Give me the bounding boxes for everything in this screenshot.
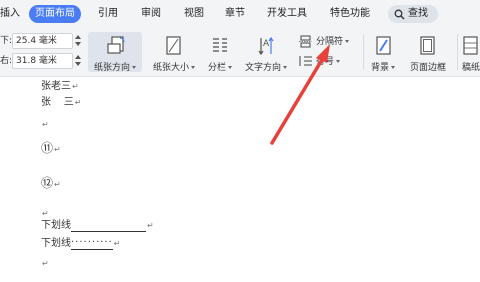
line-numbers-icon <box>299 56 312 66</box>
paragraph-mark-icon: ↵ <box>72 82 79 91</box>
doc-line: ↵ <box>41 208 49 220</box>
search-label: 查找 <box>408 8 428 19</box>
margin-bottom-input[interactable]: 25.4 毫米 <box>12 33 73 49</box>
orientation-button[interactable]: 纸张方向 <box>88 32 142 73</box>
paper-size-button[interactable]: 纸张大小 <box>146 32 202 73</box>
paragraph-mark-icon: ↵ <box>42 259 49 268</box>
line-numbers-button[interactable]: 行号 <box>299 54 359 70</box>
tab-page-layout[interactable]: 页面布局 <box>29 5 81 23</box>
page-border-label: 页面边框 <box>409 63 446 73</box>
paper-size-icon <box>166 36 181 55</box>
chevron-down-icon <box>345 40 350 43</box>
columns-icon <box>213 38 227 52</box>
margin-bottom-label: 下: <box>0 36 13 46</box>
margin-right-spinner[interactable] <box>74 53 82 69</box>
draft-paper-icon <box>463 36 478 55</box>
breaks-label: 分隔符 <box>316 37 344 47</box>
doc-line: 下划线··········↵ <box>41 237 121 250</box>
line-numbers-label: 行号 <box>316 57 335 67</box>
draft-paper-label: 稿纸 <box>462 63 480 72</box>
tab-features[interactable]: 特色功能 <box>330 7 370 21</box>
columns-button[interactable]: 分栏 <box>203 32 237 73</box>
text-direction-icon: A <box>258 36 274 56</box>
margin-right-label: 右: <box>0 56 13 66</box>
page-border-button[interactable]: 页面边框 <box>403 32 453 73</box>
ribbon-toolbar: 下: 25.4 毫米 右: 31.8 毫米 纸张方向 纸张大小 分栏 A 文字方… <box>0 30 480 77</box>
underline-blank <box>71 231 146 232</box>
page-background-label: 背景 <box>370 63 389 73</box>
paragraph-mark-icon: ↵ <box>147 221 154 230</box>
paragraph-mark-icon: ↵ <box>42 209 49 218</box>
text-direction-button[interactable]: A 文字方向 <box>240 32 292 73</box>
tab-review[interactable]: 审阅 <box>141 7 161 21</box>
doc-line: ↵ <box>41 119 49 131</box>
page-border-icon <box>420 36 435 55</box>
tab-sections[interactable]: 章节 <box>225 7 245 21</box>
chevron-down-icon <box>283 66 287 69</box>
orientation-label: 纸张方向 <box>93 63 130 73</box>
doc-line: 下划线 ↵ <box>41 220 154 232</box>
margin-right-input[interactable]: 31.8 毫米 <box>12 53 73 69</box>
paragraph-mark-icon: ↵ <box>113 239 121 248</box>
ribbon-tab-bar: 插入 页面布局 引用 审阅 视图 章节 开发工具 特色功能 查找 <box>0 0 480 30</box>
margin-right-row: 右: 31.8 毫米 <box>0 53 86 69</box>
paper-size-label: 纸张大小 <box>152 63 189 73</box>
doc-line: 张 三↵ <box>41 97 82 108</box>
chevron-down-icon <box>228 66 232 69</box>
document-page[interactable]: 张老三↵ 张 三↵ ↵ ⑪↵ ⑫↵ ↵ 下划线 ↵ 下划线··········↵ … <box>0 77 480 282</box>
tab-insert[interactable]: 插入 <box>0 7 20 21</box>
paragraph-mark-icon: ↵ <box>42 120 49 129</box>
page-background-icon <box>376 36 391 55</box>
chevron-down-icon <box>132 66 136 69</box>
search-icon <box>394 9 405 20</box>
search-box[interactable]: 查找 <box>388 5 438 23</box>
ribbon-divider <box>363 34 364 70</box>
tab-developer[interactable]: 开发工具 <box>267 7 307 21</box>
paragraph-mark-icon: ↵ <box>54 145 61 154</box>
columns-label: 分栏 <box>207 63 226 73</box>
draft-paper-button[interactable]: 稿纸 <box>459 32 480 72</box>
breaks-button[interactable]: 分隔符 <box>299 34 359 50</box>
paragraph-mark-icon: ↵ <box>74 98 82 107</box>
doc-line: 张老三↵ <box>41 81 79 92</box>
chevron-down-icon <box>336 60 341 63</box>
page-background-button[interactable]: 背景 <box>367 32 399 73</box>
page-break-icon <box>299 35 312 48</box>
chevron-down-icon <box>391 66 395 69</box>
orientation-icon <box>107 36 125 54</box>
tab-references[interactable]: 引用 <box>98 7 118 21</box>
doc-line: ⑪↵ <box>41 141 61 155</box>
tab-view[interactable]: 视图 <box>184 7 204 21</box>
margin-bottom-spinner[interactable] <box>74 33 82 49</box>
doc-line: ⑫↵ <box>41 176 61 190</box>
paragraph-mark-icon: ↵ <box>54 180 61 189</box>
dotted-underline: ·········· <box>71 237 113 250</box>
doc-line: ↵ <box>41 258 49 270</box>
chevron-down-icon <box>191 66 195 69</box>
text-direction-label: 文字方向 <box>244 63 281 73</box>
ribbon-divider <box>457 34 458 70</box>
margin-bottom-row: 下: 25.4 毫米 <box>0 33 86 49</box>
